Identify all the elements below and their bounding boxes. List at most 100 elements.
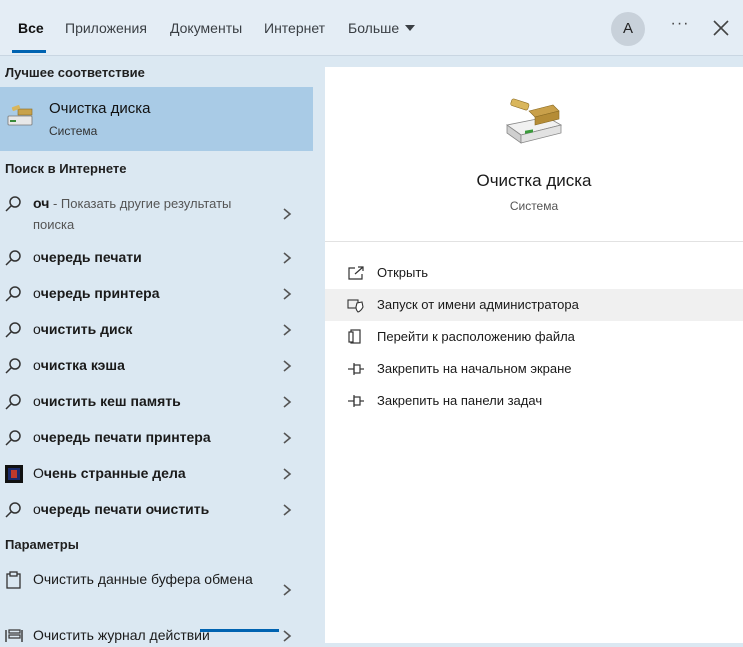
account-avatar[interactable]: A — [611, 12, 645, 46]
web-result-hint: - Показать другие результаты поиска — [33, 196, 232, 232]
chevron-right-icon[interactable] — [282, 208, 292, 220]
chevron-right-icon[interactable] — [282, 360, 292, 372]
pin-icon — [348, 395, 364, 407]
best-match-heading: Лучшее соответствие — [5, 65, 145, 80]
web-result-text: очередь печати — [33, 249, 142, 265]
tab-more-label: Больше — [348, 20, 400, 36]
active-tab-indicator — [12, 50, 46, 53]
search-icon — [5, 322, 21, 338]
action-label: Запуск от имени администратора — [377, 297, 579, 312]
suggestion-rest: чередь принтера — [40, 285, 160, 301]
tab-more[interactable]: Больше — [348, 20, 416, 36]
match-prefix: о — [33, 429, 41, 445]
settings-item-label: Очистить журнал действий — [33, 627, 210, 643]
search-icon — [5, 286, 21, 302]
suggestion-rest: чередь печати принтера — [40, 429, 211, 445]
action-open[interactable]: Открыть — [325, 257, 743, 289]
search-icon — [5, 502, 21, 518]
suggestion-rest: чистить диск — [40, 321, 133, 337]
search-icon — [5, 196, 21, 212]
suggestion-rest: чередь печати — [40, 249, 142, 265]
web-result-item[interactable]: Очень странные дела — [0, 456, 313, 492]
search-box-underline — [200, 629, 279, 632]
suggestion-rest: чередь печати очистить — [40, 501, 210, 517]
settings-item[interactable]: Очистить данные буфера обмена — [0, 562, 313, 618]
action-run-as-admin[interactable]: Запуск от имени администратора — [325, 289, 743, 321]
stranger-things-icon — [5, 465, 23, 483]
action-label: Перейти к расположению файла — [377, 329, 575, 344]
detail-app-name: Очистка диска — [476, 171, 592, 190]
web-result-text: очистка кэша — [33, 357, 125, 373]
action-label: Закрепить на начальном экране — [377, 361, 572, 376]
best-match-subtitle: Система — [49, 124, 98, 138]
chevron-right-icon[interactable] — [282, 324, 292, 336]
chevron-right-icon[interactable] — [282, 252, 292, 264]
web-result-first[interactable]: оч - Показать другие результаты поиска — [0, 186, 313, 238]
web-result-text: очередь печати очистить — [33, 501, 209, 517]
suggestion-rest: чистка кэша — [40, 357, 125, 373]
action-label: Закрепить на панели задач — [377, 393, 543, 408]
web-result-text: оч - Показать другие результаты поиска — [33, 193, 263, 235]
results-list: Лучшее соответствие Очистка диска Систем… — [0, 56, 325, 647]
settings-item[interactable]: Очистить журнал действий — [0, 618, 313, 647]
web-result-item[interactable]: очистить диск — [0, 312, 313, 348]
search-filter-bar: Все Приложения Документы Интернет Больше… — [0, 0, 743, 56]
chevron-right-icon[interactable] — [282, 288, 292, 300]
chevron-right-icon[interactable] — [282, 504, 292, 516]
tab-web[interactable]: Интернет — [264, 20, 325, 36]
suggestion-rest: чень странные дела — [43, 465, 186, 481]
chevron-down-icon — [405, 25, 416, 31]
web-result-query: оч — [33, 195, 50, 211]
action-pin-taskbar[interactable]: Закрепить на панели задач — [325, 385, 743, 417]
match-prefix: о — [33, 393, 41, 409]
tab-apps[interactable]: Приложения — [65, 20, 147, 36]
clipboard-icon — [6, 571, 21, 589]
detail-app-subtitle: Система — [509, 199, 559, 213]
divider — [325, 241, 743, 242]
chevron-right-icon[interactable] — [282, 630, 292, 642]
suggestion-rest: чистить кеш память — [40, 393, 181, 409]
chevron-right-icon[interactable] — [282, 396, 292, 408]
web-result-item[interactable]: очистка кэша — [0, 348, 313, 384]
search-icon — [5, 358, 21, 374]
close-icon[interactable] — [710, 17, 732, 39]
tab-all[interactable]: Все — [18, 20, 44, 36]
web-result-item[interactable]: очередь печати — [0, 240, 313, 276]
detail-pane: Очистка диска Система Открыть Запуск от … — [325, 67, 743, 643]
web-result-text: Очень странные дела — [33, 465, 186, 481]
search-icon — [5, 430, 21, 446]
web-result-item[interactable]: очередь принтера — [0, 276, 313, 312]
shield-icon — [347, 299, 364, 313]
best-match-item[interactable]: Очистка диска Система — [0, 87, 313, 151]
action-label: Открыть — [377, 265, 429, 280]
action-open-file-location[interactable]: Перейти к расположению файла — [325, 321, 743, 353]
settings-item-label: Очистить данные буфера обмена — [33, 571, 253, 587]
open-icon — [348, 266, 364, 280]
pin-icon — [348, 363, 364, 375]
chevron-right-icon[interactable] — [282, 432, 292, 444]
web-result-text: очередь печати принтера — [33, 429, 211, 445]
tab-documents[interactable]: Документы — [170, 20, 242, 36]
chevron-right-icon[interactable] — [282, 468, 292, 480]
web-result-text: очистить кеш память — [33, 393, 181, 409]
chevron-right-icon[interactable] — [282, 584, 292, 596]
web-search-heading: Поиск в Интернете — [5, 161, 127, 176]
match-prefix: о — [33, 321, 41, 337]
match-prefix: о — [33, 249, 41, 265]
disk-cleanup-icon — [7, 105, 33, 126]
web-result-item[interactable]: очистить кеш память — [0, 384, 313, 420]
activity-history-icon — [5, 629, 23, 642]
settings-heading: Параметры — [5, 537, 79, 552]
file-location-icon — [348, 329, 361, 344]
best-match-name: Очистка диска — [49, 100, 151, 117]
match-prefix: о — [33, 501, 41, 517]
web-result-item[interactable]: очередь печати очистить — [0, 492, 313, 528]
match-prefix: О — [33, 465, 44, 481]
web-result-item[interactable]: очередь печати принтера — [0, 420, 313, 456]
disk-cleanup-icon — [506, 98, 563, 144]
action-pin-start[interactable]: Закрепить на начальном экране — [325, 353, 743, 385]
match-prefix: о — [33, 357, 41, 373]
match-prefix: о — [33, 285, 41, 301]
search-icon — [5, 250, 21, 266]
more-options-icon[interactable]: ··· — [670, 15, 690, 35]
